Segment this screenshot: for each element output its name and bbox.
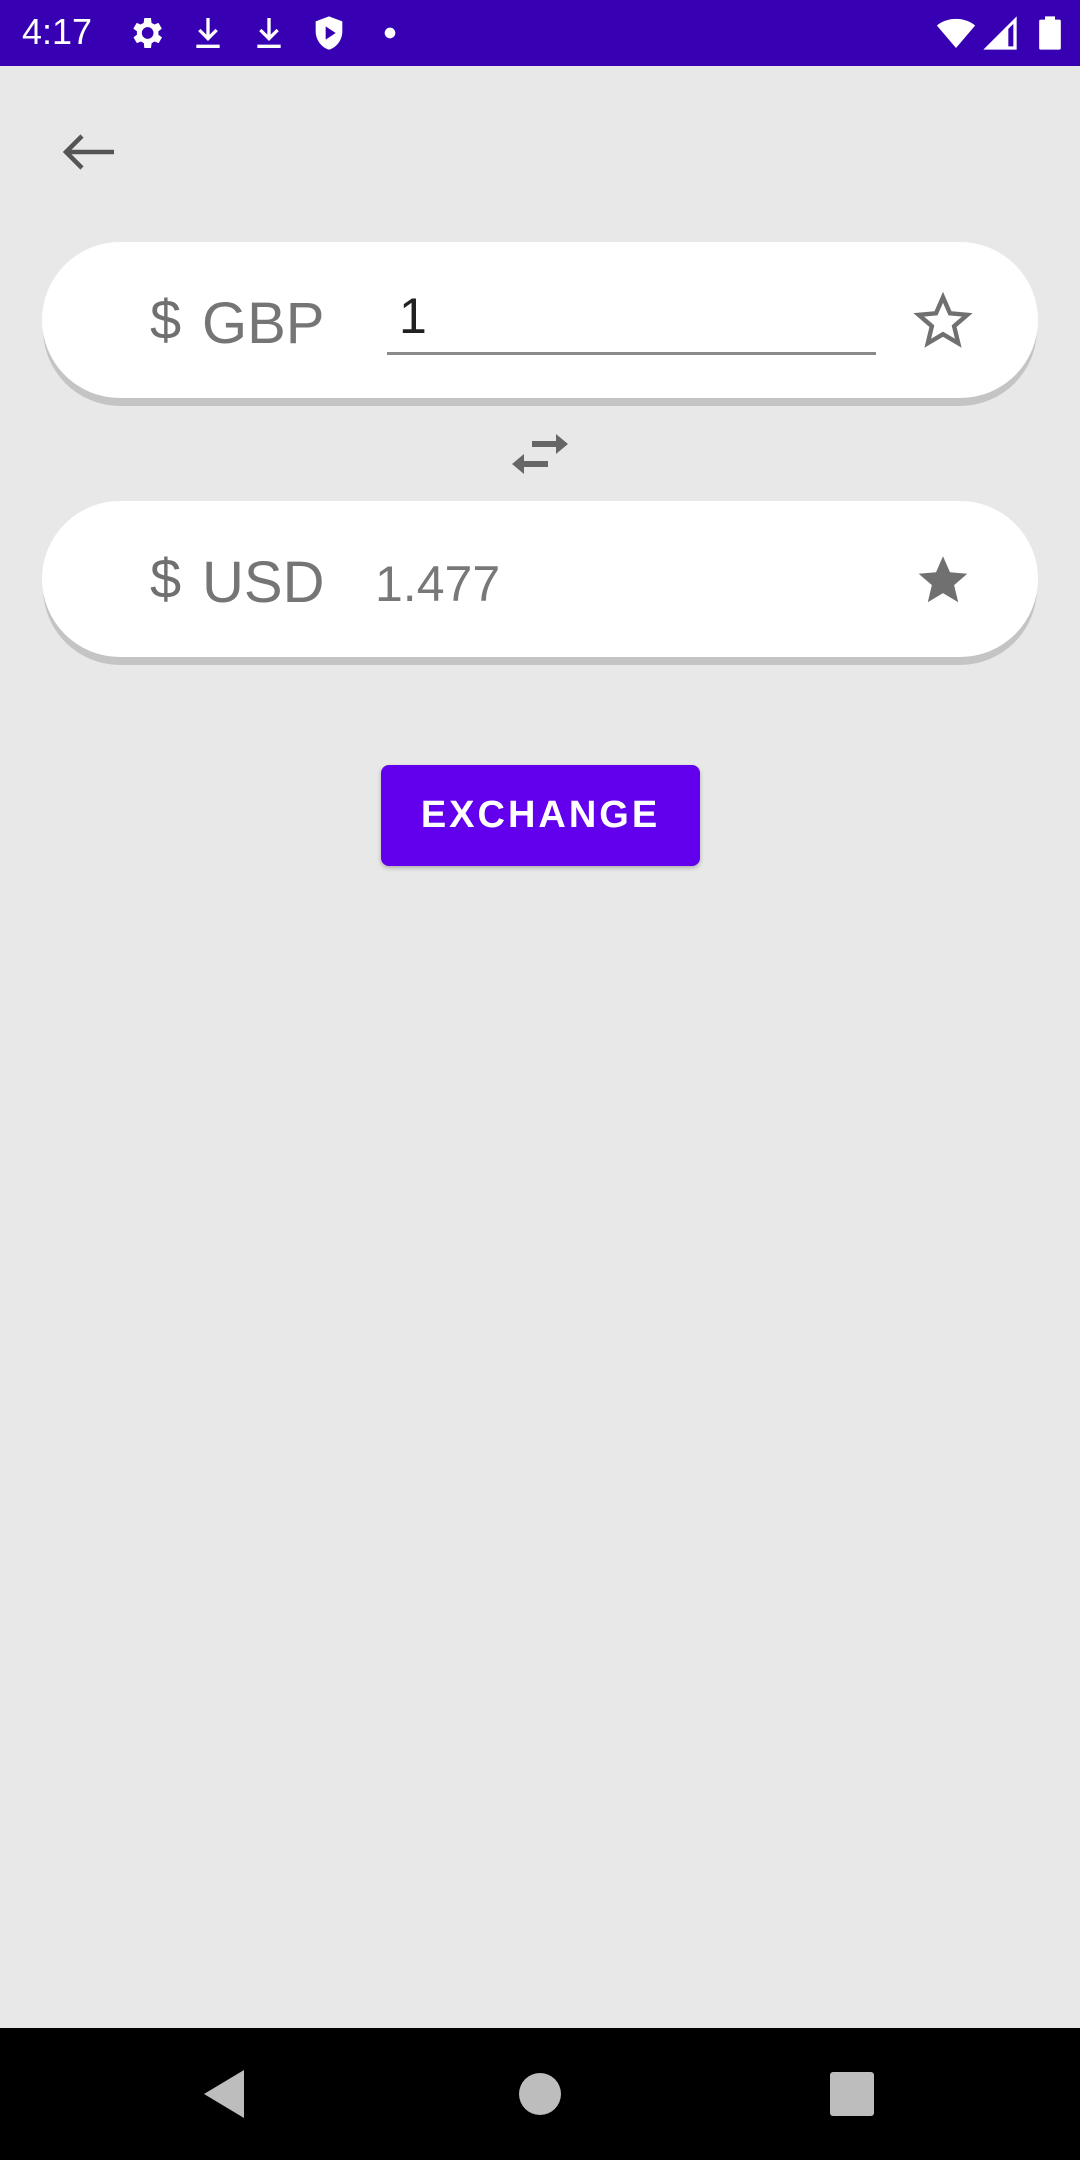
to-currency-symbol: $ <box>150 547 182 610</box>
back-triangle-icon[interactable] <box>196 2064 256 2124</box>
download-icon <box>188 13 228 53</box>
from-currency-card: $ GBP <box>42 242 1038 398</box>
wifi-icon <box>936 13 976 53</box>
cell-signal-icon <box>980 13 1020 53</box>
swap-arrows-icon <box>512 434 568 474</box>
download-icon <box>249 13 289 53</box>
swap-currencies-button[interactable] <box>510 428 570 480</box>
dot-icon <box>370 13 410 53</box>
to-currency-code[interactable]: USD <box>202 549 324 617</box>
from-currency-code[interactable]: GBP <box>202 290 325 358</box>
from-currency-symbol: $ <box>150 288 182 351</box>
home-circle-icon[interactable] <box>510 2064 570 2124</box>
arrow-left-icon <box>62 134 114 170</box>
favorite-filled-star-icon[interactable] <box>912 549 974 611</box>
gear-icon <box>126 13 166 53</box>
back-button[interactable] <box>50 122 126 182</box>
favorite-outline-star-icon[interactable] <box>912 290 974 352</box>
recents-square-icon[interactable] <box>822 2064 882 2124</box>
to-currency-card: $ USD 1.477 <box>42 501 1038 657</box>
exchange-button[interactable]: EXCHANGE <box>381 765 700 866</box>
shield-play-icon <box>309 13 349 53</box>
status-bar: 4:17 <box>0 0 1080 66</box>
from-amount-input[interactable] <box>387 280 876 355</box>
status-time: 4:17 <box>22 11 93 52</box>
to-amount-value: 1.477 <box>375 556 501 612</box>
battery-icon <box>1030 13 1070 53</box>
navigation-bar <box>0 2028 1080 2160</box>
